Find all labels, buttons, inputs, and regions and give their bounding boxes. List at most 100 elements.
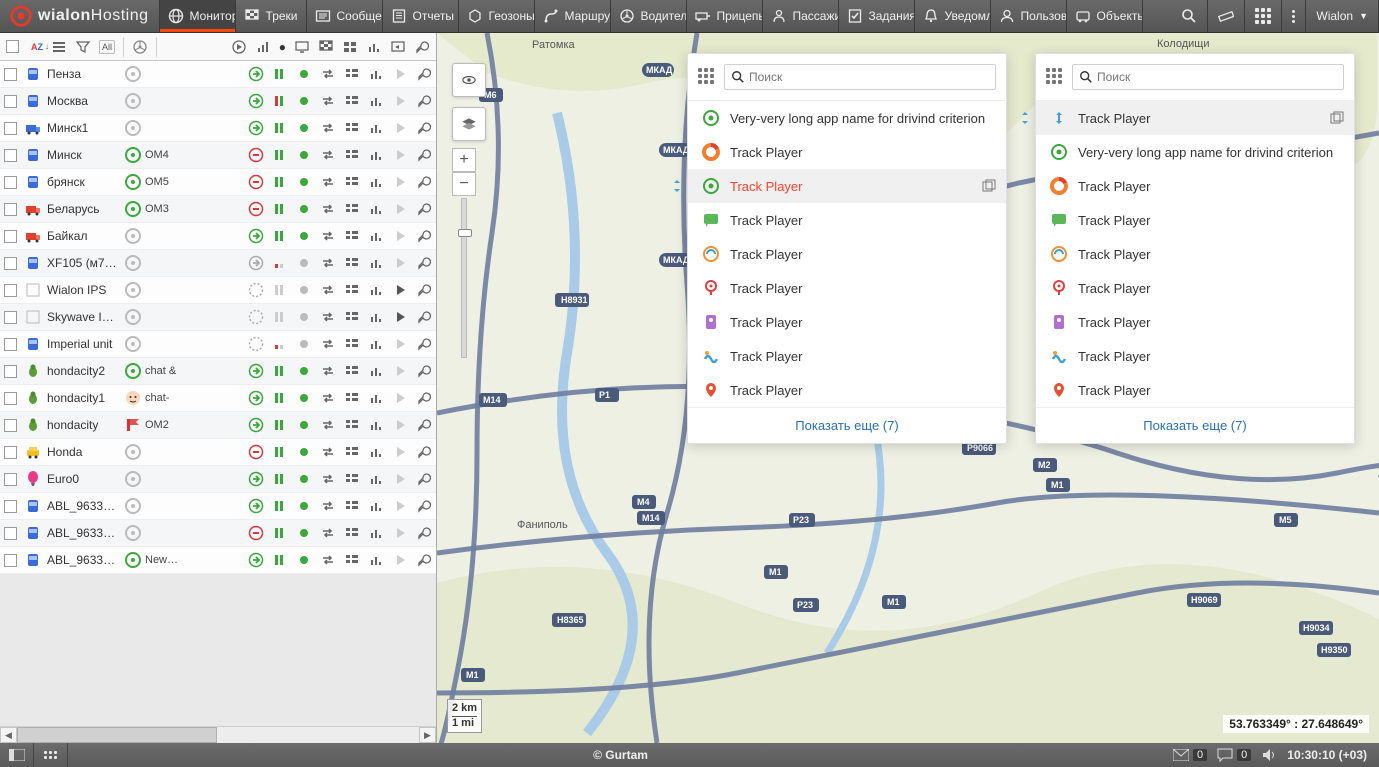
unit-row[interactable]: hondacity OM2 bbox=[0, 412, 436, 439]
app-item[interactable]: Track Player bbox=[1036, 271, 1354, 305]
app-item[interactable]: Track Player bbox=[1036, 203, 1354, 237]
unit-play-icon[interactable] bbox=[392, 66, 408, 82]
toolbar-monitor-icon[interactable] bbox=[294, 39, 310, 55]
unit-wrench-icon[interactable] bbox=[416, 444, 432, 460]
unit-detail-icon[interactable] bbox=[344, 282, 360, 298]
nav-tab-msg[interactable]: Сообщения bbox=[307, 0, 383, 32]
nav-tab-task[interactable]: Задания bbox=[839, 0, 915, 32]
unit-checkbox[interactable] bbox=[4, 527, 17, 540]
toolbar-filter-icon[interactable] bbox=[75, 39, 91, 55]
unit-detail-icon[interactable] bbox=[344, 336, 360, 352]
drag-handle-icon[interactable] bbox=[670, 179, 684, 193]
unit-chart-icon[interactable] bbox=[368, 498, 384, 514]
unit-chart-icon[interactable] bbox=[368, 444, 384, 460]
unit-wrench-icon[interactable] bbox=[416, 282, 432, 298]
unit-play-icon[interactable] bbox=[392, 147, 408, 163]
unit-bars-icon[interactable] bbox=[272, 390, 288, 406]
unit-wrench-icon[interactable] bbox=[416, 228, 432, 244]
unit-detail-icon[interactable] bbox=[344, 363, 360, 379]
unit-arrow-icon[interactable] bbox=[248, 498, 264, 514]
unit-play-icon[interactable] bbox=[392, 309, 408, 325]
toolbar-display-icon[interactable] bbox=[390, 39, 406, 55]
unit-wrench-icon[interactable] bbox=[416, 552, 432, 568]
unit-dot-icon[interactable] bbox=[296, 471, 312, 487]
unit-arrow-icon[interactable] bbox=[248, 174, 264, 190]
unit-arrow-icon[interactable] bbox=[248, 525, 264, 541]
nav-tab-geo[interactable]: Геозоны bbox=[459, 0, 535, 32]
unit-wrench-icon[interactable] bbox=[416, 120, 432, 136]
bottom-panel-toggle[interactable] bbox=[0, 743, 34, 767]
app-item[interactable]: Track Player bbox=[1036, 339, 1354, 373]
nav-account[interactable]: Wialon▼ bbox=[1306, 0, 1379, 32]
unit-wrench-icon[interactable] bbox=[416, 390, 432, 406]
unit-chart-icon[interactable] bbox=[368, 255, 384, 271]
unit-dot-icon[interactable] bbox=[296, 228, 312, 244]
unit-wrench-icon[interactable] bbox=[416, 147, 432, 163]
unit-play-icon[interactable] bbox=[392, 282, 408, 298]
unit-play-icon[interactable] bbox=[392, 174, 408, 190]
unit-checkbox[interactable] bbox=[4, 257, 17, 270]
unit-detail-icon[interactable] bbox=[344, 174, 360, 190]
unit-detail-icon[interactable] bbox=[344, 255, 360, 271]
unit-wrench-icon[interactable] bbox=[416, 66, 432, 82]
unit-checkbox[interactable] bbox=[4, 284, 17, 297]
unit-wrench-icon[interactable] bbox=[416, 309, 432, 325]
unit-checkbox[interactable] bbox=[4, 419, 17, 432]
unit-checkbox[interactable] bbox=[4, 122, 17, 135]
unit-bars-icon[interactable] bbox=[272, 444, 288, 460]
unit-detail-icon[interactable] bbox=[344, 525, 360, 541]
app-item[interactable]: Track Player bbox=[688, 373, 1006, 407]
unit-row[interactable]: hondacity2 chat & bbox=[0, 358, 436, 385]
unit-bars-icon[interactable] bbox=[272, 282, 288, 298]
unit-wrench-icon[interactable] bbox=[416, 525, 432, 541]
map-area[interactable]: Ратомка Колодищи Фаниполь M6 МКАД МКАД М… bbox=[437, 33, 1379, 743]
unit-arrow-icon[interactable] bbox=[248, 228, 264, 244]
unit-swap-icon[interactable] bbox=[320, 417, 336, 433]
unit-wrench-icon[interactable] bbox=[416, 201, 432, 217]
unit-swap-icon[interactable] bbox=[320, 390, 336, 406]
show-more-2[interactable]: Показать еще (7) bbox=[1036, 407, 1354, 443]
scroll-left-btn[interactable]: ◀ bbox=[0, 727, 17, 743]
unit-arrow-icon[interactable] bbox=[248, 363, 264, 379]
unit-row[interactable]: Байкал bbox=[0, 223, 436, 250]
app-item[interactable]: Track Player bbox=[688, 203, 1006, 237]
nav-ruler[interactable] bbox=[1208, 0, 1245, 32]
unit-dot-icon[interactable] bbox=[296, 93, 312, 109]
unit-swap-icon[interactable] bbox=[320, 228, 336, 244]
show-more-1[interactable]: Показать еще (7) bbox=[688, 407, 1006, 443]
nav-tab-route[interactable]: Маршруты bbox=[535, 0, 611, 32]
nav-tab-user[interactable]: Пользователи bbox=[991, 0, 1067, 32]
unit-chart-icon[interactable] bbox=[368, 228, 384, 244]
unit-row[interactable]: Москва bbox=[0, 88, 436, 115]
unit-arrow-icon[interactable] bbox=[248, 336, 264, 352]
unit-play-icon[interactable] bbox=[392, 390, 408, 406]
map-layers-btn[interactable] bbox=[452, 107, 486, 141]
unit-row[interactable]: XF105 (м730рм) bbox=[0, 250, 436, 277]
nav-search[interactable] bbox=[1171, 0, 1208, 32]
unit-chart-icon[interactable] bbox=[368, 201, 384, 217]
unit-bars-icon[interactable] bbox=[272, 498, 288, 514]
nav-tab-pass[interactable]: Пассажиры bbox=[763, 0, 839, 32]
unit-row[interactable]: Euro0 bbox=[0, 466, 436, 493]
unit-chart-icon[interactable] bbox=[368, 552, 384, 568]
unit-checkbox[interactable] bbox=[4, 365, 17, 378]
unit-chart-icon[interactable] bbox=[368, 174, 384, 190]
unit-wrench-icon[interactable] bbox=[416, 498, 432, 514]
unit-wrench-icon[interactable] bbox=[416, 417, 432, 433]
unit-chart-icon[interactable] bbox=[368, 147, 384, 163]
toolbar-wrench-icon[interactable] bbox=[414, 39, 430, 55]
unit-chart-icon[interactable] bbox=[368, 309, 384, 325]
unit-arrow-icon[interactable] bbox=[248, 147, 264, 163]
unit-row[interactable]: Минск1 bbox=[0, 115, 436, 142]
nav-more[interactable] bbox=[1282, 0, 1306, 32]
unit-checkbox[interactable] bbox=[4, 554, 17, 567]
unit-bars-icon[interactable] bbox=[272, 228, 288, 244]
app-item[interactable]: Track Player bbox=[688, 237, 1006, 271]
unit-detail-icon[interactable] bbox=[344, 444, 360, 460]
app-item[interactable]: Track Player bbox=[688, 169, 1006, 203]
map-visibility-btn[interactable] bbox=[452, 63, 486, 97]
unit-row[interactable]: Пенза bbox=[0, 61, 436, 88]
window-icon[interactable] bbox=[982, 179, 996, 193]
unit-row[interactable]: брянск OM5 bbox=[0, 169, 436, 196]
unit-bars-icon[interactable] bbox=[272, 93, 288, 109]
